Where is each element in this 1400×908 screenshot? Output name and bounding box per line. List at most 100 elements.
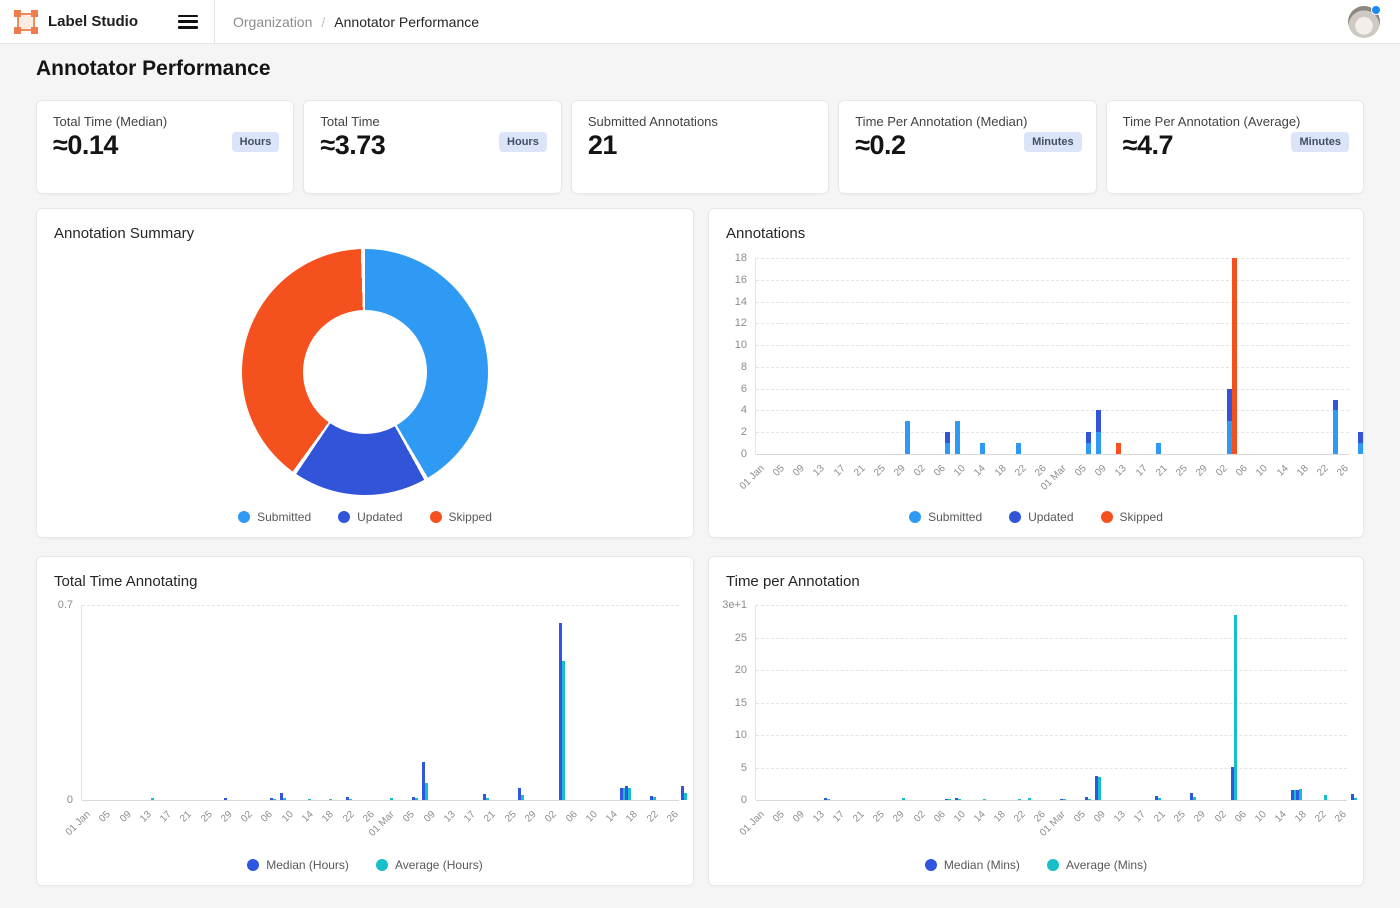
bar-average[interactable] xyxy=(1088,799,1091,800)
legend-item-median-mins-[interactable]: Median (Mins) xyxy=(925,858,1020,872)
bar-average[interactable] xyxy=(1158,798,1161,800)
x-axis-label: 26 xyxy=(1335,463,1351,479)
legend-item-submitted[interactable]: Submitted xyxy=(238,510,311,524)
bar-submitted[interactable] xyxy=(1086,443,1091,454)
bar-average[interactable] xyxy=(308,799,311,800)
legend-item-average-mins-[interactable]: Average (Mins) xyxy=(1047,858,1147,872)
gridline xyxy=(756,323,1349,324)
bar-average[interactable] xyxy=(1028,798,1031,800)
bar-average[interactable] xyxy=(1063,799,1066,800)
app-logo-link[interactable]: Label Studio xyxy=(14,10,138,34)
bar-average[interactable] xyxy=(983,799,986,800)
annotation-summary-card: Annotation Summary SubmittedUpdatedSkipp… xyxy=(36,208,694,538)
bar-skipped[interactable] xyxy=(1232,258,1237,454)
x-axis-label: 25 xyxy=(1173,809,1189,825)
y-axis-label: 0.7 xyxy=(39,599,73,611)
x-axis-label: 25 xyxy=(872,463,888,479)
bar-median[interactable] xyxy=(224,798,227,800)
bar-updated[interactable] xyxy=(1333,400,1338,411)
x-axis-label: 25 xyxy=(1174,463,1190,479)
bar-average[interactable] xyxy=(283,798,286,800)
legend-item-median-hours-[interactable]: Median (Hours) xyxy=(247,858,349,872)
legend-item-skipped[interactable]: Skipped xyxy=(1101,510,1163,524)
bar-average[interactable] xyxy=(1098,777,1101,800)
bar-average[interactable] xyxy=(684,793,687,800)
kpi-label: Total Time xyxy=(320,114,544,129)
bar-submitted[interactable] xyxy=(1333,410,1338,454)
chart-title-time-per: Time per Annotation xyxy=(726,573,860,590)
bar-average[interactable] xyxy=(902,798,905,800)
x-axis-label: 09 xyxy=(118,809,134,825)
x-axis-label: 25 xyxy=(503,809,519,825)
bar-average[interactable] xyxy=(425,783,428,800)
bar-submitted[interactable] xyxy=(905,421,910,454)
legend-item-updated[interactable]: Updated xyxy=(1009,510,1073,524)
bar-average[interactable] xyxy=(653,797,656,800)
bar-average[interactable] xyxy=(1193,797,1196,800)
x-axis-label: 17 xyxy=(462,809,478,825)
bar-average[interactable] xyxy=(390,798,393,800)
x-axis-label: 10 xyxy=(952,809,968,825)
bar-average[interactable] xyxy=(562,661,565,800)
bar-submitted[interactable] xyxy=(1156,443,1161,454)
bar-average[interactable] xyxy=(948,799,951,800)
bar-submitted[interactable] xyxy=(980,443,985,454)
bar-average[interactable] xyxy=(1299,789,1302,800)
kpi-label: Time Per Annotation (Average) xyxy=(1123,114,1347,129)
notification-dot xyxy=(1371,5,1381,15)
y-axis-label: 16 xyxy=(713,274,747,286)
bar-submitted[interactable] xyxy=(945,443,950,454)
kpi-card: Time Per Annotation (Average)≈4.7Minutes xyxy=(1106,100,1364,194)
bar-submitted[interactable] xyxy=(1358,443,1363,454)
x-axis-label: 13 xyxy=(442,809,458,825)
plot-area xyxy=(755,605,1347,800)
bar-submitted[interactable] xyxy=(1016,443,1021,454)
gridline xyxy=(756,258,1349,259)
bar-updated[interactable] xyxy=(1086,432,1091,443)
y-axis-label: 8 xyxy=(713,361,747,373)
donut-chart[interactable] xyxy=(242,249,488,495)
legend-item-updated[interactable]: Updated xyxy=(338,510,402,524)
bar-average[interactable] xyxy=(151,798,154,800)
bar-updated[interactable] xyxy=(945,432,950,443)
legend-label: Skipped xyxy=(449,510,492,524)
legend-item-skipped[interactable]: Skipped xyxy=(430,510,492,524)
legend-label: Skipped xyxy=(1120,510,1163,524)
legend-item-submitted[interactable]: Submitted xyxy=(909,510,982,524)
bar-average[interactable] xyxy=(415,798,418,800)
bar-average[interactable] xyxy=(521,795,524,800)
x-axis-label: 05 xyxy=(771,809,787,825)
bar-average[interactable] xyxy=(827,799,830,800)
bar-average[interactable] xyxy=(1354,798,1357,800)
bar-submitted[interactable] xyxy=(955,421,960,454)
x-axis-label: 17 xyxy=(831,809,847,825)
bar-average[interactable] xyxy=(1018,799,1021,800)
bar-average[interactable] xyxy=(1234,615,1237,800)
chart-legend: Median (Mins) Average (Mins) xyxy=(709,858,1363,872)
x-axis-label: 22 xyxy=(1313,809,1329,825)
bar-skipped[interactable] xyxy=(1116,443,1121,454)
bar-average[interactable] xyxy=(273,799,276,800)
breadcrumb-organization-link[interactable]: Organization xyxy=(233,14,312,30)
bar-average[interactable] xyxy=(628,788,631,801)
bar-average[interactable] xyxy=(329,799,332,800)
kpi-card: Submitted Annotations21 xyxy=(571,100,829,194)
x-axis-label: 22 xyxy=(1315,463,1331,479)
menu-button[interactable] xyxy=(178,15,198,29)
breadcrumb-current: Annotator Performance xyxy=(334,14,479,30)
x-axis-label: 25 xyxy=(199,809,215,825)
bar-submitted[interactable] xyxy=(1096,432,1101,454)
bar-average[interactable] xyxy=(958,799,961,800)
kpi-label: Total Time (Median) xyxy=(53,114,277,129)
bar-average[interactable] xyxy=(486,798,489,800)
kpi-unit-badge: Minutes xyxy=(1291,132,1349,152)
y-axis-label: 10 xyxy=(713,339,747,351)
x-axis-label: 26 xyxy=(665,809,681,825)
bar-updated[interactable] xyxy=(1096,410,1101,432)
legend-item-average-hours-[interactable]: Average (Hours) xyxy=(376,858,483,872)
y-axis-label: 3e+1 xyxy=(713,599,747,611)
bar-average[interactable] xyxy=(349,799,352,800)
bar-updated[interactable] xyxy=(1358,432,1363,443)
bar-average[interactable] xyxy=(1324,795,1327,800)
user-avatar[interactable] xyxy=(1348,6,1380,38)
